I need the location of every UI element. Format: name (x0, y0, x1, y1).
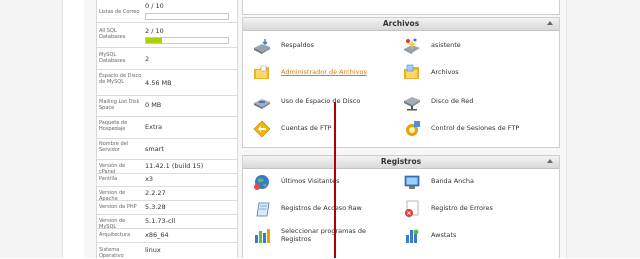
section-archivos: Archivos Respaldos asistente Administrad… (242, 17, 560, 148)
item-registro-errores[interactable]: Registro de Errores (393, 200, 543, 218)
section-header[interactable]: Registros (243, 156, 559, 169)
item-cuentas-ftp[interactable]: Cuentas de FTP (243, 120, 393, 138)
folder-icon (404, 64, 419, 79)
stat-bar (145, 13, 229, 20)
item-respaldos[interactable]: Respaldos (243, 37, 393, 55)
item-uso-espacio-disco[interactable]: Uso de Espacio de Disco (243, 93, 393, 111)
error-log-icon (405, 200, 419, 217)
stats-panel: Listas de Correo 0 / 10 All SQL Database… (96, 0, 238, 259)
stat-row: Versión de cPanel 11.42.1 (build 15) (97, 159, 237, 175)
cursor-line (334, 102, 336, 258)
stat-label: Version de PHP (99, 204, 137, 210)
item-ultimos-visitantes[interactable]: Últimos Visitantes (243, 173, 393, 191)
item-label: Control de Sesiones de FTP (431, 124, 520, 132)
section-header[interactable]: Archivos (243, 18, 559, 31)
item-label: Respaldos (281, 41, 315, 49)
awstats-icon (406, 229, 419, 243)
item-label: Banda Ancha (431, 177, 474, 185)
item-seleccionar-programas-registros[interactable]: Seleccionar programas de Registros (243, 227, 393, 247)
stat-row: Nombre del Servidor smart (97, 138, 237, 160)
latest-visitors-icon (254, 175, 269, 190)
item-label: Administrador de Archivos (281, 68, 367, 76)
stat-row: Pantilla x3 (97, 173, 237, 187)
stat-row: Paquete de Hospedaje Extra (97, 116, 237, 139)
stat-row: Espacio de Disco de MySQL 4.56 MB (97, 69, 237, 96)
stat-row: All SQL Databases 2 / 10 (97, 22, 237, 48)
stat-row: Sistema Operativo linux (97, 242, 237, 259)
stat-label: Listas de Correo (99, 9, 140, 15)
stat-value: x3 (145, 175, 153, 183)
stat-row: Version de PHP 5.3.28 (97, 200, 237, 215)
stat-value: linux (145, 246, 161, 254)
collapse-arrow-icon[interactable] (547, 21, 553, 25)
stat-label: All SQL Databases (99, 28, 126, 40)
stat-bar (145, 37, 229, 44)
left-gutter (0, 0, 63, 258)
stat-value: smart (145, 145, 164, 153)
raw-access-icon (256, 202, 270, 217)
stat-value: Extra (145, 123, 163, 131)
stat-value: 4.56 MB (145, 79, 172, 87)
section-registros: Registros Últimos Visitantes Banda Ancha… (242, 155, 560, 258)
item-administrador-archivos[interactable]: Administrador de Archivos (243, 64, 393, 82)
stat-value: 2 / 10 (145, 27, 164, 35)
item-asistente[interactable]: asistente (393, 37, 543, 55)
stat-value: 5.3.28 (145, 203, 166, 211)
right-gutter (566, 0, 640, 258)
stat-value: 2.2.27 (145, 189, 166, 197)
stat-row: Mailing List Disk Space 0 MB (97, 95, 237, 117)
wizard-icon (404, 38, 420, 54)
stat-value: 5.1.73-cll (145, 217, 176, 225)
section-title: Registros (380, 157, 422, 166)
stat-row: Version de Apache 2.2.27 (97, 186, 237, 202)
stat-label: MySQL Databases (99, 52, 126, 64)
item-label: Registro de Errores (431, 204, 493, 212)
disk-usage-icon (254, 99, 270, 109)
stat-value: 2 (145, 55, 150, 63)
item-label: Awstats (431, 231, 457, 239)
item-banda-ancha[interactable]: Banda Ancha (393, 173, 543, 191)
stat-label: Nombre del Servidor (99, 141, 129, 153)
stat-label: Mailing List Disk Space (99, 99, 140, 111)
stat-row: MySQL Databases 2 (97, 47, 237, 70)
main-panel: Archivos Respaldos asistente Administrad… (242, 0, 560, 258)
stat-label: Pantilla (99, 176, 118, 182)
network-disk-icon (404, 97, 420, 111)
stat-value: 11.42.1 (build 15) (145, 162, 204, 170)
stat-row: Arquitectura x86_64 (97, 228, 237, 243)
ftp-sessions-icon (406, 121, 420, 136)
stat-row: Listas de Correo 0 / 10 (97, 0, 237, 23)
item-control-sesiones-ftp[interactable]: Control de Sesiones de FTP (393, 120, 543, 138)
section-title: Archivos (382, 19, 420, 28)
item-label: asistente (431, 41, 461, 49)
stat-label: Arquitectura (99, 232, 131, 238)
bandwidth-icon (404, 175, 420, 189)
item-awstats[interactable]: Awstats (393, 227, 543, 245)
collapse-arrow-icon[interactable] (547, 159, 553, 163)
item-archivos[interactable]: Archivos (393, 64, 543, 82)
log-programs-icon (255, 229, 270, 243)
stat-value: 0 MB (145, 101, 162, 109)
stat-value: 0 / 10 (145, 2, 164, 10)
file-manager-folder-icon (254, 65, 269, 79)
item-label: Disco de Red (431, 97, 474, 105)
stat-bar-fill (146, 38, 163, 43)
item-disco-de-red[interactable]: Disco de Red (393, 93, 543, 111)
stat-label: Paquete de Hospedaje (99, 120, 128, 132)
item-label: Archivos (431, 68, 459, 76)
backup-drive-icon (254, 39, 270, 54)
stat-label: Sistema Operativo (99, 247, 124, 259)
ftp-accounts-icon (253, 120, 271, 138)
stat-label: Espacio de Disco de MySQL (99, 73, 142, 85)
stat-row: Version de MySQL 5.1.73-cll (97, 214, 237, 230)
item-registros-acceso-raw[interactable]: Registros de Acceso Raw (243, 200, 393, 218)
stat-value: x86_64 (145, 231, 169, 239)
